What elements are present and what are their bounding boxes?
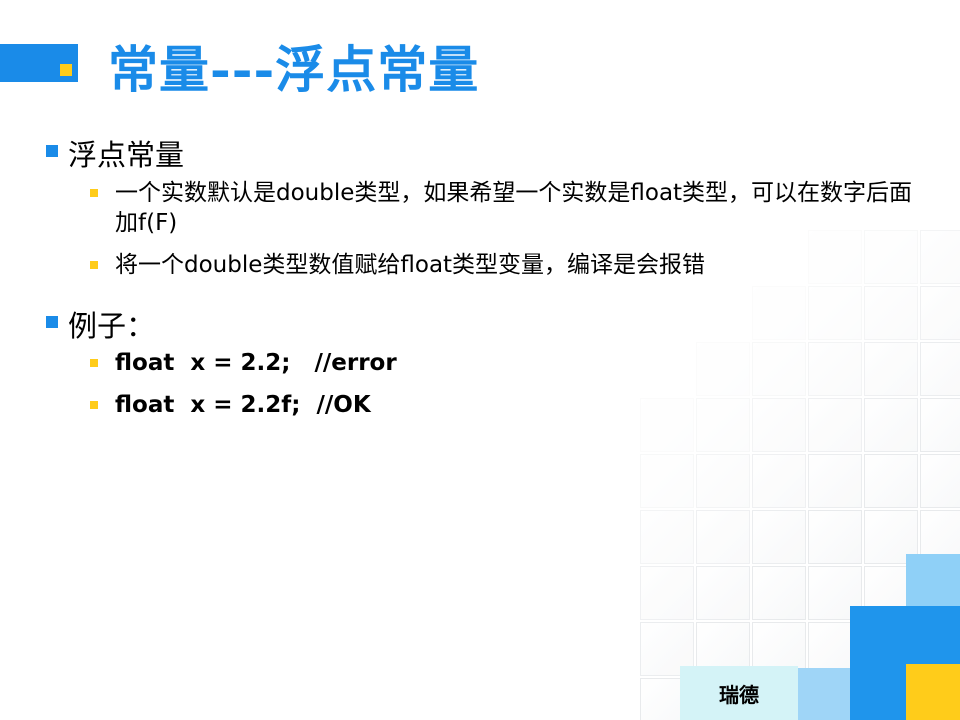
grid-cell bbox=[640, 454, 694, 508]
grid-cell bbox=[864, 342, 918, 396]
grid-cell bbox=[920, 398, 960, 452]
grid-cell bbox=[808, 286, 862, 340]
grid-cell bbox=[752, 286, 806, 340]
grid-cell bbox=[864, 398, 918, 452]
grid-cell bbox=[696, 510, 750, 564]
slide: 常量---浮点常量 浮点常量 一个实数默认是double类型，如果希望一个实数是… bbox=[0, 0, 960, 720]
grid-cell bbox=[808, 398, 862, 452]
footer-label: 瑞德 bbox=[719, 682, 759, 707]
grid-cell bbox=[696, 566, 750, 620]
grid-cell bbox=[752, 510, 806, 564]
grid-cell bbox=[864, 454, 918, 508]
grid-cell bbox=[752, 454, 806, 508]
code-example-text: float x = 2.2f; //OK bbox=[115, 392, 371, 418]
decor-block-light-blue-2 bbox=[798, 668, 850, 720]
square-bullet-icon bbox=[90, 261, 98, 269]
grid-cell bbox=[920, 454, 960, 508]
square-bullet-icon bbox=[90, 401, 98, 409]
list-item: 将一个double类型数值赋给float类型变量，编译是会报错 bbox=[90, 250, 940, 280]
code-example-line: float x = 2.2; //error bbox=[90, 348, 590, 378]
code-example-line: float x = 2.2f; //OK bbox=[90, 390, 590, 420]
decor-block-yellow bbox=[906, 664, 960, 720]
grid-cell bbox=[640, 398, 694, 452]
grid-cell bbox=[696, 454, 750, 508]
grid-cell bbox=[808, 454, 862, 508]
grid-cell bbox=[920, 286, 960, 340]
code-example-text: float x = 2.2; //error bbox=[115, 350, 397, 376]
grid-cell bbox=[752, 398, 806, 452]
square-bullet-icon bbox=[90, 189, 98, 197]
section-heading-text: 浮点常量 bbox=[68, 138, 185, 172]
header-accent-bar bbox=[0, 44, 78, 82]
grid-cell bbox=[920, 342, 960, 396]
grid-cell bbox=[696, 398, 750, 452]
grid-cell bbox=[640, 510, 694, 564]
grid-cell bbox=[808, 510, 862, 564]
grid-cell bbox=[640, 566, 694, 620]
list-item-text: 将一个double类型数值赋给float类型变量，编译是会报错 bbox=[115, 252, 706, 278]
list-item: 一个实数默认是double类型，如果希望一个实数是float类型，可以在数字后面… bbox=[90, 178, 940, 240]
list-item-text: 一个实数默认是double类型，如果希望一个实数是float类型，可以在数字后面… bbox=[115, 180, 913, 236]
square-bullet-icon bbox=[90, 359, 98, 367]
grid-cell bbox=[752, 566, 806, 620]
grid-cell bbox=[696, 342, 750, 396]
section-heading-text: 例子： bbox=[68, 309, 156, 343]
square-bullet-icon bbox=[46, 145, 58, 157]
grid-cell bbox=[808, 342, 862, 396]
slide-title: 常量---浮点常量 bbox=[108, 40, 480, 99]
grid-cell bbox=[752, 342, 806, 396]
square-bullet-icon bbox=[46, 316, 58, 328]
header-accent-square bbox=[60, 64, 72, 76]
decor-block-light-blue bbox=[906, 554, 960, 606]
grid-cell bbox=[864, 286, 918, 340]
